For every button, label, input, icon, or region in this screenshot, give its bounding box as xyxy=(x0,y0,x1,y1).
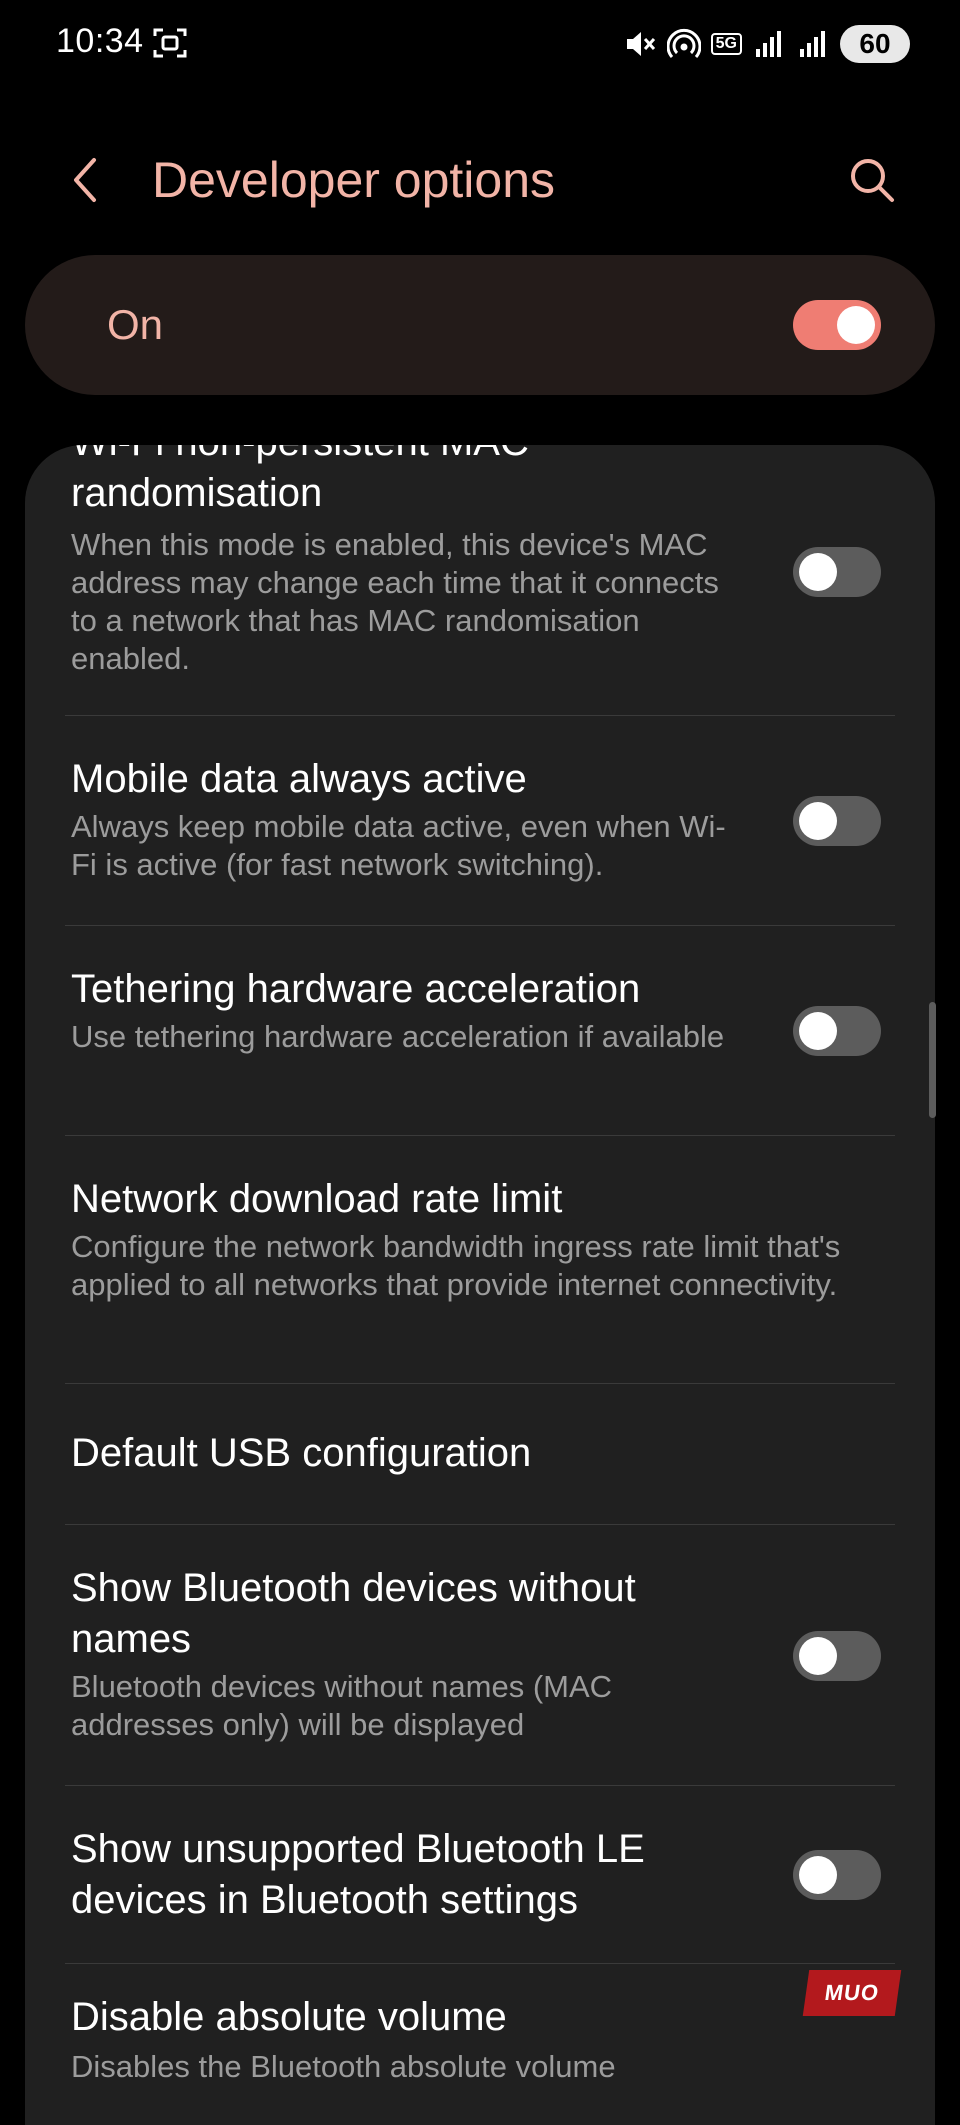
setting-toggle[interactable] xyxy=(793,1631,881,1681)
search-icon[interactable] xyxy=(842,150,902,210)
scrollbar[interactable] xyxy=(929,1002,936,1118)
toggle-knob xyxy=(799,553,837,591)
setting-title: Show unsupported Bluetooth LE devices in… xyxy=(71,1827,645,1922)
toggle-knob xyxy=(837,306,875,344)
setting-description: Use tethering hardware acceleration if a… xyxy=(71,1019,725,1054)
chevron-left-icon[interactable] xyxy=(62,148,112,212)
screenshot-icon xyxy=(153,28,187,58)
signal-icon xyxy=(800,31,825,57)
setting-tethering-hardware-acceleration[interactable]: Tethering hardware acceleration Use teth… xyxy=(25,926,935,1136)
setting-description: Always keep mobile data active, even whe… xyxy=(71,809,726,882)
setting-toggle[interactable] xyxy=(793,1006,881,1056)
app-bar: Developer options xyxy=(0,120,960,240)
setting-title: Show Bluetooth devices without names xyxy=(71,1566,636,1661)
master-switch-label: On xyxy=(107,301,164,348)
setting-toggle[interactable] xyxy=(793,796,881,846)
battery-icon: 60 xyxy=(840,25,910,63)
setting-toggle[interactable] xyxy=(793,1850,881,1900)
status-time: 10:34 xyxy=(56,22,144,60)
toggle-knob xyxy=(799,1637,837,1675)
watermark-logo: MUO xyxy=(802,1970,902,2016)
hotspot-icon xyxy=(666,28,701,58)
setting-description: Disables the Bluetooth absolute volume xyxy=(71,2049,616,2084)
setting-description: When this mode is enabled, this device's… xyxy=(71,527,719,676)
setting-wifi-mac-randomisation[interactable]: Wi-Fi non-persistent MAC randomisation W… xyxy=(25,445,935,720)
network-type-badge: 5G xyxy=(710,33,742,55)
setting-disable-absolute-volume[interactable]: Disable absolute volume Disables the Blu… xyxy=(25,1964,935,2125)
setting-title: Tethering hardware acceleration xyxy=(71,967,641,1011)
setting-show-bluetooth-devices-without-names[interactable]: Show Bluetooth devices without names Blu… xyxy=(25,1525,935,1785)
setting-show-unsupported-bluetooth-le-devices[interactable]: Show unsupported Bluetooth LE devices in… xyxy=(25,1786,935,1964)
settings-list: Wi-Fi non-persistent MAC randomisation W… xyxy=(25,445,935,2125)
setting-title: Network download rate limit xyxy=(71,1177,563,1221)
status-icons: 5G 60 xyxy=(623,22,910,66)
setting-title: Default USB configuration xyxy=(71,1431,532,1475)
page-title: Developer options xyxy=(152,152,556,208)
status-bar: 10:34 5G 60 xyxy=(0,0,960,90)
setting-description: Bluetooth devices without names (MAC add… xyxy=(71,1669,613,1742)
setting-network-download-rate-limit[interactable]: Network download rate limit Configure th… xyxy=(25,1136,935,1383)
setting-default-usb-configuration[interactable]: Default USB configuration xyxy=(25,1384,935,1524)
setting-title: Wi-Fi non-persistent MAC randomisation xyxy=(71,445,529,515)
master-switch-card[interactable]: On xyxy=(25,255,935,395)
setting-mobile-data-always-active[interactable]: Mobile data always active Always keep mo… xyxy=(25,716,935,926)
master-switch-toggle[interactable] xyxy=(793,300,881,350)
setting-toggle[interactable] xyxy=(793,547,881,597)
setting-title: Disable absolute volume xyxy=(71,1995,507,2039)
toggle-knob xyxy=(799,1856,837,1894)
setting-title: Mobile data always active xyxy=(71,757,527,801)
setting-description: Configure the network bandwidth ingress … xyxy=(71,1229,841,1302)
signal-icon xyxy=(756,31,781,57)
toggle-knob xyxy=(799,802,837,840)
toggle-knob xyxy=(799,1012,837,1050)
mute-icon xyxy=(626,32,655,56)
